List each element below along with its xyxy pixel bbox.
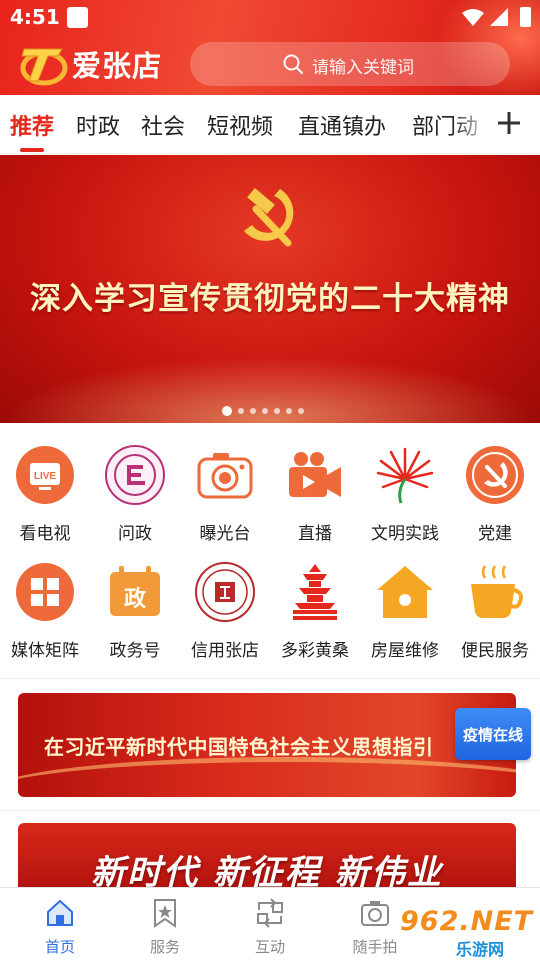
gov-calendar-icon: 政: [110, 566, 160, 616]
notification-icon: [67, 7, 88, 28]
add-channel-icon[interactable]: [494, 108, 524, 138]
service-exposure[interactable]: 曝光台: [180, 445, 270, 544]
pagination-dot[interactable]: [286, 408, 292, 414]
service-label: 党建: [478, 524, 512, 544]
pagination-dot[interactable]: [274, 408, 280, 414]
service-credit[interactable]: 信用张店: [180, 562, 270, 661]
service-grid: LIVE 看电视 问政 曝光台 直播 文明实践 党建 媒体矩阵 政 政务号 信用…: [0, 430, 540, 676]
party-emblem-icon: [244, 188, 294, 247]
service-label: 便民服务: [461, 641, 529, 661]
camera-icon: [197, 453, 253, 499]
tab-short-video[interactable]: 短视频: [207, 109, 273, 141]
bookmark-star-icon: [154, 899, 176, 928]
promo-banner-new-era[interactable]: 新时代 新征程 新伟业: [18, 823, 516, 893]
divider: [0, 810, 540, 811]
service-label: 直播: [298, 524, 332, 544]
svg-text:LIVE: LIVE: [34, 471, 57, 482]
nav-label: 互动: [254, 938, 285, 956]
pagination-dot[interactable]: [238, 408, 244, 414]
service-civilization[interactable]: 文明实践: [360, 445, 450, 544]
search-icon: [283, 54, 303, 74]
logo-icon: [20, 48, 68, 86]
home-icon: [47, 899, 73, 926]
nav-label: 首页: [44, 938, 75, 956]
divider: [0, 678, 540, 679]
service-label: 看电视: [19, 524, 71, 544]
pagoda-icon: [293, 564, 337, 620]
service-label: 房屋维修: [371, 641, 439, 661]
service-live[interactable]: 直播: [270, 445, 360, 544]
wenzheng-icon: [105, 445, 165, 505]
service-label: 多彩黄桑: [281, 641, 349, 661]
signal-icon: [490, 8, 508, 26]
camera-icon: [361, 901, 389, 926]
promo-wave: [18, 757, 516, 797]
video-camera-icon: [289, 452, 341, 497]
service-gov-account[interactable]: 政 政务号: [90, 562, 180, 661]
promo-banner-text: 在习近平新时代中国特色社会主义思想指引: [44, 735, 434, 759]
status-bar: 4:51: [0, 0, 540, 36]
service-label: 曝光台: [199, 524, 251, 544]
epidemic-online-button[interactable]: 疫情在线: [455, 708, 531, 760]
tab-politics[interactable]: 时政: [76, 109, 120, 141]
service-house-repair[interactable]: 房屋维修: [360, 562, 450, 661]
wifi-icon: [462, 9, 484, 26]
promo-banner-text: 新时代 新征程 新伟业: [91, 853, 443, 893]
nav-home[interactable]: 首页: [20, 898, 100, 957]
nav-interact[interactable]: 互动: [230, 898, 310, 957]
house-icon: [377, 566, 433, 618]
service-party-building[interactable]: 党建: [450, 445, 540, 544]
banner-headline: 深入学习宣传贯彻党的二十大精神: [30, 281, 510, 317]
service-label: 问政: [118, 524, 152, 544]
site-watermark: 962.NET 乐游网: [400, 906, 536, 959]
service-media-matrix[interactable]: 媒体矩阵: [0, 562, 90, 661]
civilization-flower-icon: [376, 447, 434, 504]
pagination-dot[interactable]: [250, 408, 256, 414]
service-label: 文明实践: [371, 524, 439, 544]
status-time: 4:51: [10, 5, 60, 29]
pagination-dot[interactable]: [262, 408, 268, 414]
coffee-cup-icon: [471, 565, 523, 618]
service-wenzheng[interactable]: 问政: [90, 445, 180, 544]
service-label: 政务号: [109, 641, 161, 661]
search-placeholder: 请输入关键词: [312, 58, 414, 78]
pagination-dot[interactable]: [298, 408, 304, 414]
app-header: 4:51 爱张店 请输入关键词: [0, 0, 540, 95]
pagination-dot[interactable]: [222, 406, 232, 416]
promo-banner-thought[interactable]: 在习近平新时代中国特色社会主义思想指引: [18, 693, 516, 797]
grid-matrix-icon: [16, 563, 74, 621]
service-label: 媒体矩阵: [11, 641, 79, 661]
hero-banner[interactable]: 深入学习宣传贯彻党的二十大精神: [0, 155, 540, 423]
app-name: 爱张店: [72, 49, 163, 83]
party-emblem-icon: [466, 446, 524, 504]
interact-icon: [257, 898, 283, 928]
nav-service[interactable]: 服务: [125, 898, 205, 957]
credit-seal-icon: [195, 562, 255, 622]
app-logo: 爱张店: [18, 40, 162, 88]
tab-town-office[interactable]: 直通镇办: [298, 109, 386, 141]
service-colorful[interactable]: 多彩黄桑: [270, 562, 360, 661]
svg-text:政: 政: [124, 586, 147, 612]
watermark-bottom: 乐游网: [456, 940, 505, 959]
battery-icon: [520, 7, 531, 27]
tab-recommend[interactable]: 推荐: [10, 109, 54, 141]
banner-pagination: [222, 406, 304, 416]
live-tv-icon: LIVE: [16, 446, 74, 504]
watermark-top: 962.NET: [400, 906, 534, 937]
service-label: 信用张店: [191, 641, 259, 661]
tab-society[interactable]: 社会: [141, 109, 185, 141]
nav-label: 服务: [149, 938, 180, 956]
service-convenience[interactable]: 便民服务: [450, 562, 540, 661]
service-watch-tv[interactable]: LIVE 看电视: [0, 445, 90, 544]
search-box[interactable]: 请输入关键词: [190, 42, 510, 86]
active-tab-indicator: [20, 148, 44, 152]
tab-fade: [452, 95, 492, 153]
